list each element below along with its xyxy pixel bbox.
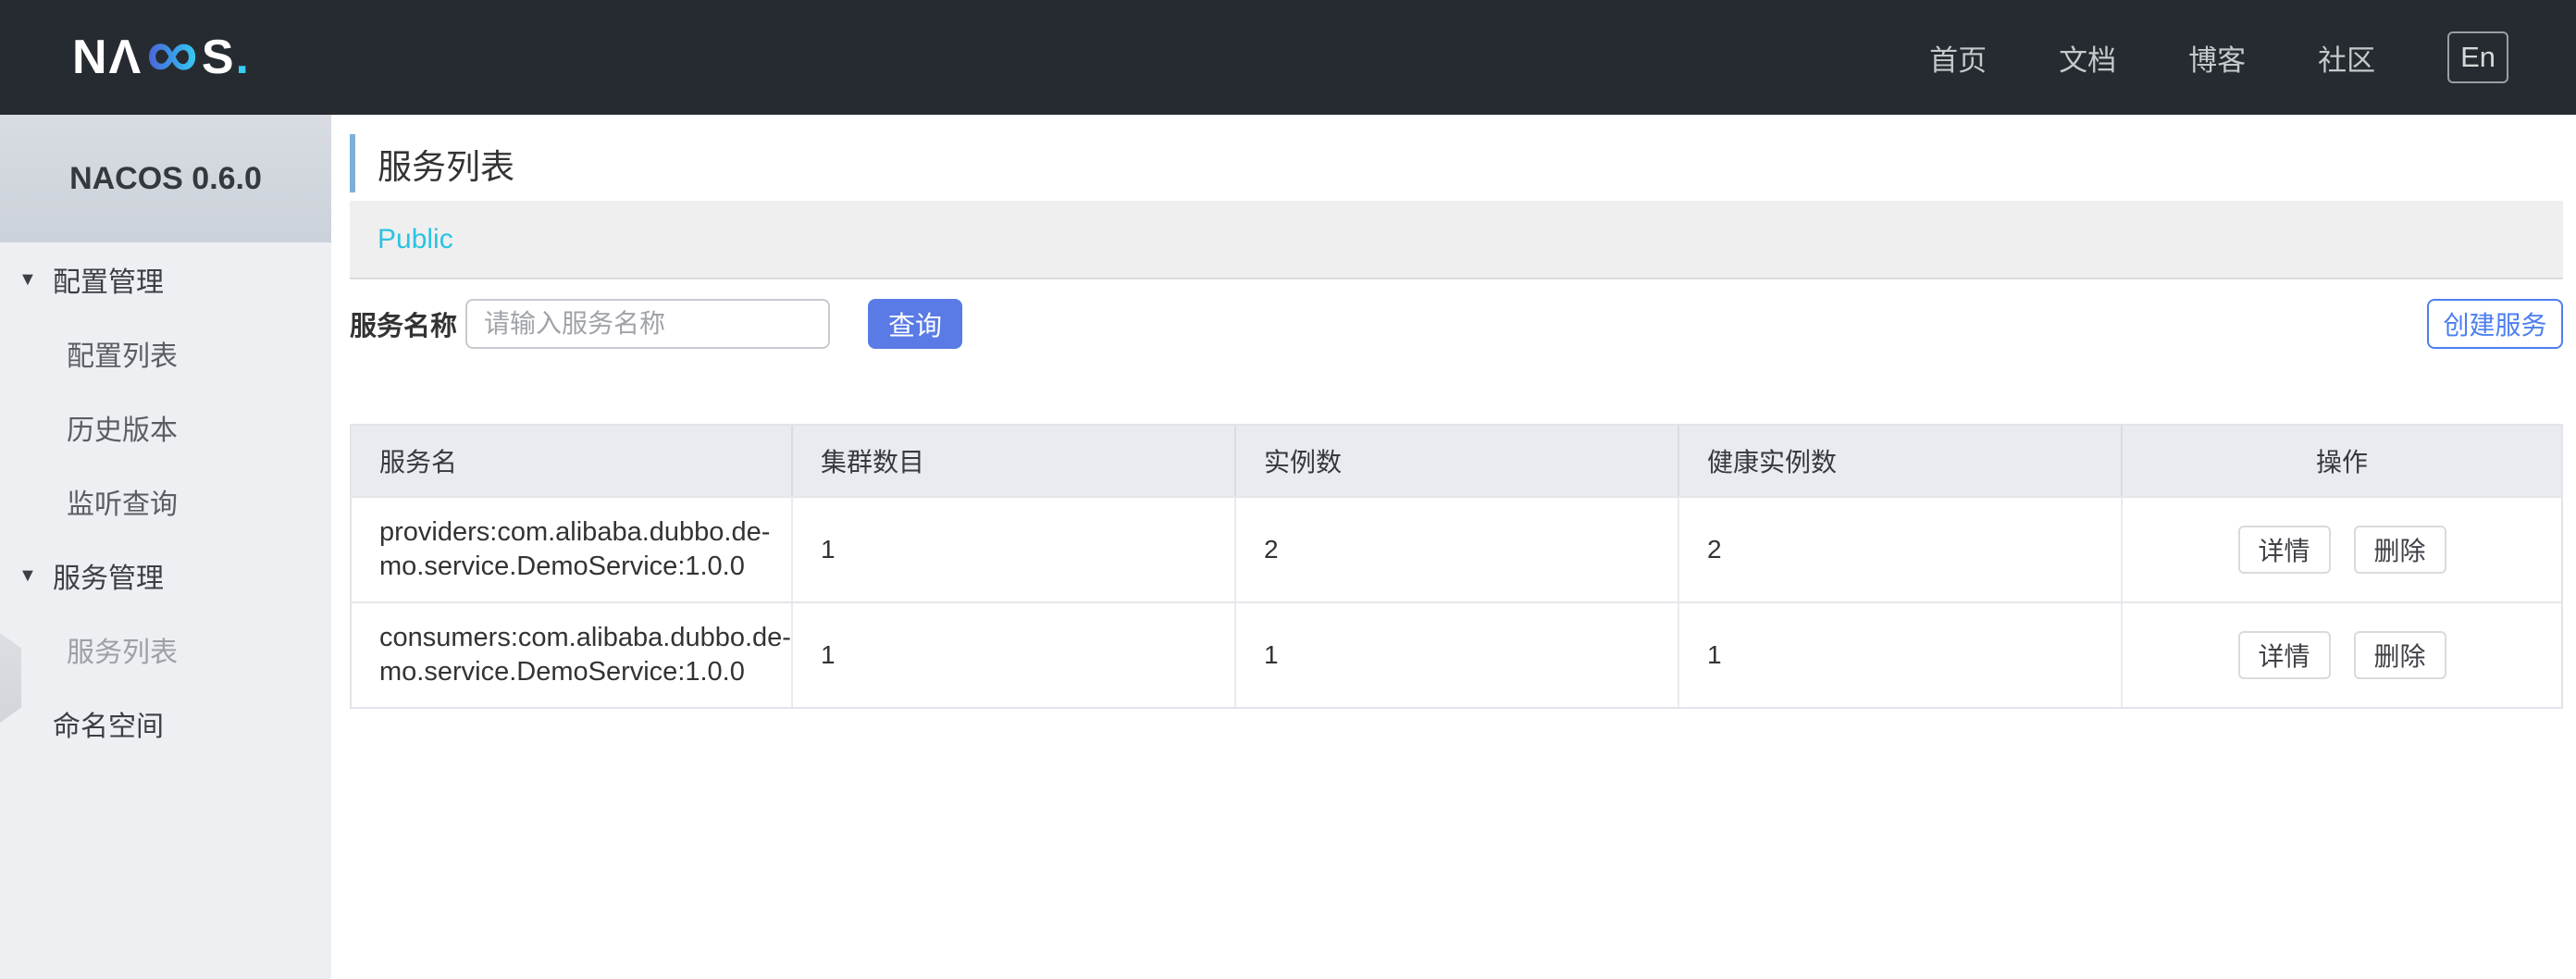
sidebar-item-namespace[interactable]: 命名空间 <box>0 687 331 761</box>
cell-actions: 详情 删除 <box>2123 603 2561 707</box>
sidebar-item-config-list[interactable]: 配置列表 <box>0 316 331 390</box>
cell-service-name: consumers:com.alibaba.dubbo.de- mo.servi… <box>352 603 793 707</box>
page-title-row: 服务列表 <box>350 134 514 192</box>
delete-button[interactable]: 删除 <box>2354 631 2446 679</box>
sidebar-version-title: NACOS 0.6.0 <box>0 115 331 242</box>
service-table: 服务名 集群数目 实例数 健康实例数 操作 providers:com.alib… <box>350 424 2563 709</box>
page-title: 服务列表 <box>378 139 514 189</box>
sidebar-item-listening-query[interactable]: 监听查询 <box>0 465 331 539</box>
logo-text-s: S <box>202 30 236 85</box>
nav-community[interactable]: 社区 <box>2318 37 2375 79</box>
nav-home[interactable]: 首页 <box>1929 37 1987 79</box>
language-toggle-button[interactable]: En <box>2447 31 2508 83</box>
cell-actions: 详情 删除 <box>2123 498 2561 601</box>
table-row: providers:com.alibaba.dubbo.de- mo.servi… <box>352 496 2561 601</box>
col-header-actions: 操作 <box>2123 426 2561 496</box>
col-header-service-name: 服务名 <box>352 426 793 496</box>
col-header-healthy-instance-count: 健康实例数 <box>1679 426 2123 496</box>
nacos-logo[interactable]: NΛ ∞ S . <box>72 25 249 90</box>
namespace-band: Public <box>350 201 2563 279</box>
cell-healthy-instance-count: 1 <box>1679 603 2123 707</box>
detail-button[interactable]: 详情 <box>2238 526 2331 574</box>
search-button[interactable]: 查询 <box>868 299 962 349</box>
sidebar: NACOS 0.6.0 ▼ 配置管理 配置列表 历史版本 监听查询 ▼ 服务管理… <box>0 115 331 979</box>
sidebar-item-service-list[interactable]: 服务列表 <box>0 613 331 687</box>
title-accent-bar <box>350 134 355 192</box>
cell-cluster-count: 1 <box>793 498 1236 601</box>
nav-blog[interactable]: 博客 <box>2188 37 2246 79</box>
service-name-input[interactable] <box>465 299 830 349</box>
table-header-row: 服务名 集群数目 实例数 健康实例数 操作 <box>352 426 2561 496</box>
sidebar-group-label: 服务管理 <box>53 555 164 596</box>
filter-row: 服务名称 查询 创建服务 <box>350 299 2563 349</box>
cell-instance-count: 2 <box>1236 498 1679 601</box>
caret-down-icon: ▼ <box>19 269 41 291</box>
create-service-button[interactable]: 创建服务 <box>2427 299 2563 349</box>
logo-text-na: NΛ <box>72 30 142 85</box>
top-header-bar: NΛ ∞ S . 首页 文档 博客 社区 En <box>0 0 2576 115</box>
sidebar-item-history-versions[interactable]: 历史版本 <box>0 390 331 465</box>
main-content: 服务列表 Public 服务名称 查询 创建服务 服务名 集群数目 实例数 健康… <box>331 115 2576 979</box>
nav-docs[interactable]: 文档 <box>2059 37 2116 79</box>
col-header-cluster-count: 集群数目 <box>793 426 1236 496</box>
namespace-tab-public[interactable]: Public <box>378 224 453 255</box>
detail-button[interactable]: 详情 <box>2238 631 2331 679</box>
sidebar-collapse-handle[interactable] <box>0 633 21 723</box>
sidebar-group-config-management[interactable]: ▼ 配置管理 <box>0 242 331 316</box>
sidebar-group-service-management[interactable]: ▼ 服务管理 <box>0 539 331 613</box>
top-nav: 首页 文档 博客 社区 En <box>1929 31 2508 83</box>
sidebar-group-label: 配置管理 <box>53 259 164 300</box>
service-name-label: 服务名称 <box>350 304 465 343</box>
cell-healthy-instance-count: 2 <box>1679 498 2123 601</box>
delete-button[interactable]: 删除 <box>2354 526 2446 574</box>
cell-instance-count: 1 <box>1236 603 1679 707</box>
caret-down-icon: ▼ <box>19 565 41 587</box>
infinity-icon: ∞ <box>146 25 198 90</box>
col-header-instance-count: 实例数 <box>1236 426 1679 496</box>
cell-service-name: providers:com.alibaba.dubbo.de- mo.servi… <box>352 498 793 601</box>
table-row: consumers:com.alibaba.dubbo.de- mo.servi… <box>352 601 2561 707</box>
cell-cluster-count: 1 <box>793 603 1236 707</box>
logo-dot: . <box>236 30 249 85</box>
